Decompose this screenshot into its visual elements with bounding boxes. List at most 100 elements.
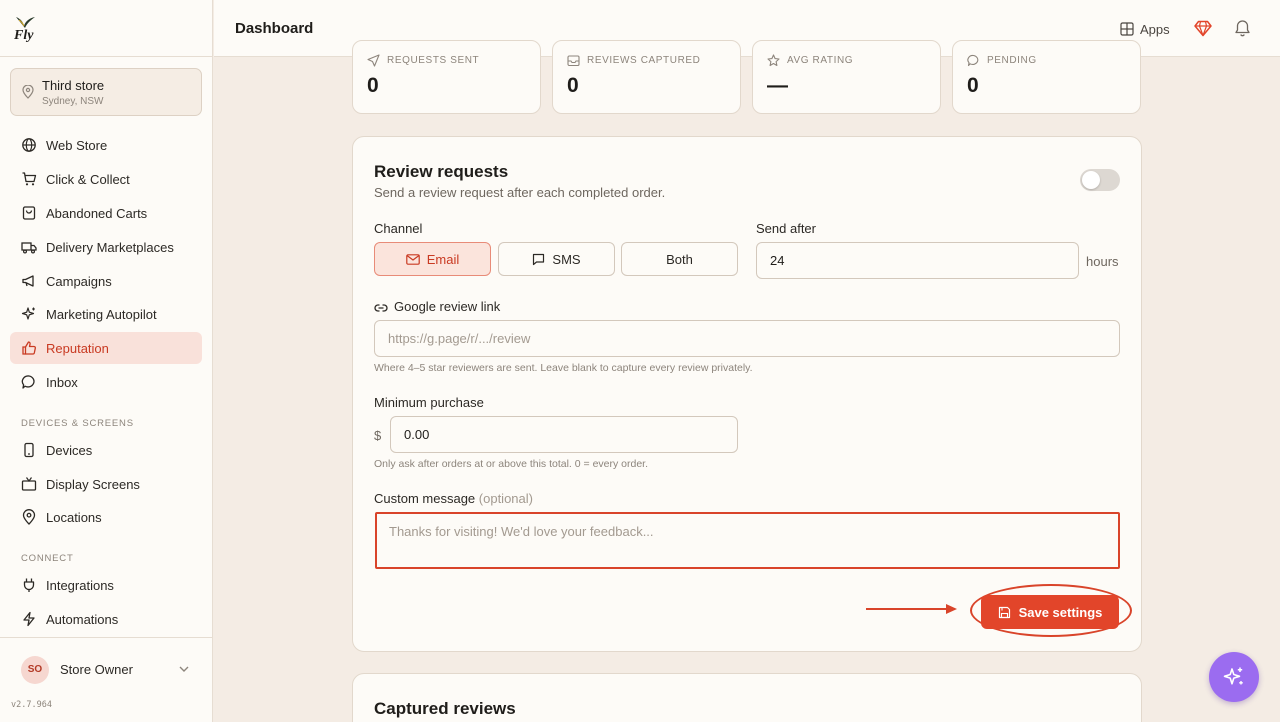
message-icon: [533, 253, 545, 265]
grid-icon: [1120, 22, 1134, 36]
channel-email-button[interactable]: Email: [374, 242, 491, 276]
google-link-input[interactable]: https://g.page/r/.../review: [374, 320, 1120, 357]
review-requests-toggle[interactable]: [1080, 169, 1120, 191]
custom-message-label-text: Custom message: [374, 491, 476, 506]
sparkle-icon: [21, 307, 35, 320]
section-heading-devices: DEVICES & SCREENS: [21, 418, 134, 429]
user-name[interactable]: Store Owner: [60, 662, 133, 677]
bolt-icon: [23, 611, 35, 627]
card-title: Captured reviews: [374, 699, 516, 718]
google-link-hint: Where 4–5 star reviewers are sent. Leave…: [374, 362, 753, 374]
gem-icon[interactable]: [1194, 20, 1212, 37]
sidebar-item-label: Abandoned Carts: [46, 206, 148, 221]
thumbs-up-icon: [22, 341, 36, 355]
mail-icon: [405, 253, 420, 265]
divider: [0, 56, 213, 57]
sidebar-item-label: Delivery Marketplaces: [46, 240, 174, 255]
page-title: Dashboard: [235, 20, 314, 37]
sidebar-item-abandoned-carts[interactable]: Abandoned Carts: [10, 197, 202, 229]
sidebar-item-inbox[interactable]: Inbox: [10, 366, 202, 398]
sidebar-item-label: Marketing Autopilot: [46, 307, 157, 322]
section-heading-connect: CONNECT: [21, 553, 74, 564]
apps-button[interactable]: Apps: [1120, 19, 1170, 39]
sidebar-item-label: Reputation: [46, 341, 109, 356]
tv-icon: [21, 477, 37, 491]
ai-assistant-button[interactable]: [1209, 652, 1259, 702]
sidebar-item-label: Campaigns: [46, 274, 112, 289]
sidebar-item-label: Web Store: [46, 138, 108, 153]
stat-card-requests-sent: REQUESTS SENT 0: [352, 40, 541, 114]
stat-value: 0: [367, 74, 379, 97]
stat-label: PENDING: [987, 55, 1037, 66]
phone-icon: [24, 442, 34, 458]
google-link-label: Google review link: [394, 299, 501, 314]
pin-icon: [22, 509, 36, 525]
app-version: v2.7.964: [11, 700, 52, 710]
bag-icon: [22, 206, 36, 220]
link-icon: [374, 300, 388, 318]
captured-reviews-card: Captured reviews: [352, 673, 1142, 722]
stat-label: REVIEWS CAPTURED: [587, 55, 701, 66]
bell-icon[interactable]: [1234, 19, 1251, 37]
send-after-unit: hours: [1086, 254, 1119, 269]
card-subtitle: Send a review request after each complet…: [374, 185, 666, 200]
pin-icon: [22, 85, 34, 99]
sidebar-item-automations[interactable]: Automations: [10, 603, 202, 635]
sidebar-item-locations[interactable]: Locations: [10, 501, 202, 533]
sidebar-item-label: Integrations: [46, 578, 114, 593]
sidebar-item-label: Automations: [46, 612, 119, 627]
channel-both-label: Both: [666, 251, 693, 267]
truck-icon: [21, 242, 37, 254]
sparkle-icon: [1223, 667, 1243, 685]
channel-sms-label: SMS: [552, 251, 581, 267]
sidebar: Fly Third store Sydney, NSW Web Store Cl…: [0, 0, 213, 722]
send-after-input[interactable]: 24: [756, 242, 1079, 279]
review-requests-card: Review requests Send a review request af…: [352, 136, 1142, 652]
stat-label: AVG RATING: [787, 55, 854, 66]
channel-label: Channel: [374, 221, 423, 236]
sidebar-item-integrations[interactable]: Integrations: [10, 569, 202, 601]
save-settings-button[interactable]: Save settings: [981, 595, 1119, 629]
inbox-icon: [567, 55, 580, 67]
sidebar-item-campaigns[interactable]: Campaigns: [10, 265, 202, 297]
min-purchase-input[interactable]: 0.00: [390, 416, 738, 453]
sidebar-item-web-store[interactable]: Web Store: [10, 129, 202, 161]
avatar[interactable]: SO: [21, 656, 49, 684]
store-name: Third store: [42, 78, 105, 93]
save-settings-label: Save settings: [1018, 604, 1103, 620]
sidebar-item-label: Display Screens: [46, 477, 140, 492]
send-icon: [367, 54, 380, 67]
channel-both-button[interactable]: Both: [621, 242, 738, 276]
store-location: Sydney, NSW: [42, 96, 104, 107]
custom-message-textarea[interactable]: Thanks for visiting! We'd love your feed…: [375, 512, 1120, 569]
card-title: Review requests: [374, 162, 509, 181]
save-icon: [998, 606, 1010, 618]
sidebar-item-click-collect[interactable]: Click & Collect: [10, 163, 202, 195]
toggle-knob: [1082, 171, 1100, 189]
chat-icon: [21, 375, 35, 389]
sidebar-item-display-screens[interactable]: Display Screens: [10, 468, 202, 500]
arrow-right-icon: [866, 604, 957, 614]
stat-card-avg-rating: AVG RATING —: [752, 40, 941, 114]
min-purchase-label: Minimum purchase: [374, 395, 484, 410]
sidebar-item-label: Locations: [46, 510, 102, 525]
stat-card-reviews-captured: REVIEWS CAPTURED 0: [552, 40, 741, 114]
sidebar-item-label: Inbox: [46, 375, 78, 390]
sidebar-item-devices[interactable]: Devices: [10, 434, 202, 466]
channel-sms-button[interactable]: SMS: [498, 242, 615, 276]
stat-value: —: [767, 74, 788, 97]
logo-text: Fly: [14, 28, 34, 43]
sidebar-item-delivery-marketplaces[interactable]: Delivery Marketplaces: [10, 231, 202, 263]
send-after-label: Send after: [756, 221, 816, 236]
sidebar-item-reputation[interactable]: Reputation: [10, 332, 202, 364]
sidebar-item-marketing-autopilot[interactable]: Marketing Autopilot: [10, 298, 202, 330]
sidebar-item-label: Click & Collect: [46, 172, 130, 187]
optional-tag: (optional): [478, 491, 533, 506]
chat-icon: [967, 54, 979, 67]
store-selector[interactable]: Third store Sydney, NSW: [10, 68, 202, 116]
min-purchase-hint: Only ask after orders at or above this t…: [374, 458, 649, 470]
cart-icon: [22, 172, 37, 186]
stat-value: 0: [567, 74, 579, 97]
chevron-down-icon[interactable]: [178, 664, 190, 674]
sidebar-item-label: Devices: [46, 443, 93, 458]
